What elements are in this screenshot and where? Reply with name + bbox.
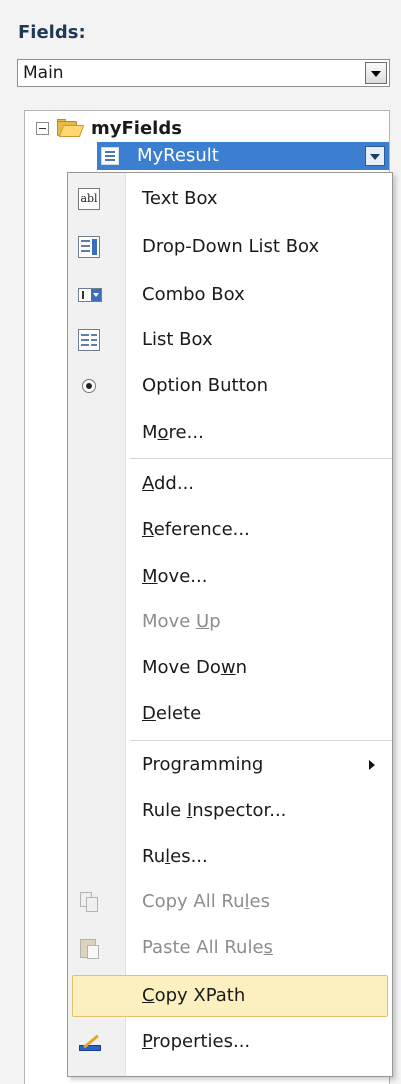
text-box-icon: abl <box>78 188 100 210</box>
menu-item-label: List Box <box>142 329 213 350</box>
menu-item-delete[interactable]: Delete <box>68 692 392 738</box>
menu-item-label: Programming <box>142 754 264 775</box>
menu-item-label: More... <box>142 422 204 443</box>
menu-item-paste-all-rules: Paste All Rules <box>68 926 392 972</box>
menu-item-label: Copy XPath <box>142 985 246 1006</box>
drop-down-list-icon <box>78 236 100 258</box>
menu-item-label: Move Down <box>142 657 248 678</box>
option-button-icon <box>82 379 96 393</box>
tree-node-label: myFields <box>91 117 182 139</box>
menu-item-label: Reference... <box>142 519 250 540</box>
menu-item-label: Combo Box <box>142 284 245 305</box>
menu-item-label: Delete <box>142 703 202 724</box>
submenu-arrow-icon <box>369 760 375 770</box>
folder-icon <box>57 119 85 137</box>
menu-item-programming[interactable]: Programming <box>68 743 392 789</box>
combo-box-icon <box>78 288 102 302</box>
menu-item-label: Move Up <box>142 611 221 632</box>
menu-item-label: Text Box <box>142 188 218 209</box>
menu-item-rule-inspector[interactable]: Rule Inspector... <box>68 789 392 835</box>
menu-item-label: Paste All Rules <box>142 937 273 958</box>
menu-item-label: Copy All Rules <box>142 891 270 912</box>
menu-item-combo-box[interactable]: Combo Box <box>68 273 392 319</box>
menu-item-text-box[interactable]: abl Text Box <box>68 177 392 223</box>
tree-node-myfields[interactable]: myFields <box>36 114 182 142</box>
tree-node-myresult[interactable]: MyResult <box>97 142 389 170</box>
collapse-icon[interactable] <box>36 121 49 135</box>
field-icon <box>101 147 119 165</box>
menu-item-label: Add... <box>142 473 195 494</box>
menu-item-more[interactable]: More... <box>68 411 392 457</box>
menu-item-copy-all-rules: Copy All Rules <box>68 880 392 926</box>
menu-separator <box>130 458 392 459</box>
menu-item-move-up: Move Up <box>68 600 392 646</box>
menu-item-list-box[interactable]: List Box <box>68 318 392 364</box>
data-source-select[interactable]: Main <box>17 59 390 87</box>
copy-icon <box>78 891 100 913</box>
menu-item-move-down[interactable]: Move Down <box>68 646 392 692</box>
menu-item-label: Drop-Down List Box <box>142 236 320 257</box>
tree-node-label: MyResult <box>137 145 219 166</box>
menu-item-label: Option Button <box>142 375 269 396</box>
menu-separator <box>130 740 392 741</box>
menu-item-label: Move... <box>142 566 208 587</box>
menu-item-option-button[interactable]: Option Button <box>68 364 392 410</box>
menu-item-label: Rules... <box>142 846 208 867</box>
menu-item-rules[interactable]: Rules... <box>68 835 392 881</box>
menu-item-properties[interactable]: Properties... <box>68 1020 392 1066</box>
chevron-down-icon[interactable] <box>365 62 387 84</box>
menu-item-label: Rule Inspector... <box>142 800 287 821</box>
list-box-icon <box>78 329 100 351</box>
paste-icon <box>78 937 100 959</box>
properties-icon <box>78 1031 101 1053</box>
menu-item-label: Properties... <box>142 1031 251 1052</box>
data-source-value: Main <box>23 63 64 83</box>
menu-item-drop-down-list-box[interactable]: Drop-Down List Box <box>68 225 392 271</box>
fields-label: Fields: <box>18 22 86 43</box>
menu-item-add[interactable]: Add... <box>68 462 392 508</box>
chevron-down-icon[interactable] <box>365 146 385 166</box>
menu-item-move[interactable]: Move... <box>68 555 392 601</box>
menu-item-reference[interactable]: Reference... <box>68 508 392 554</box>
menu-item-copy-xpath[interactable]: Copy XPath <box>68 974 392 1020</box>
